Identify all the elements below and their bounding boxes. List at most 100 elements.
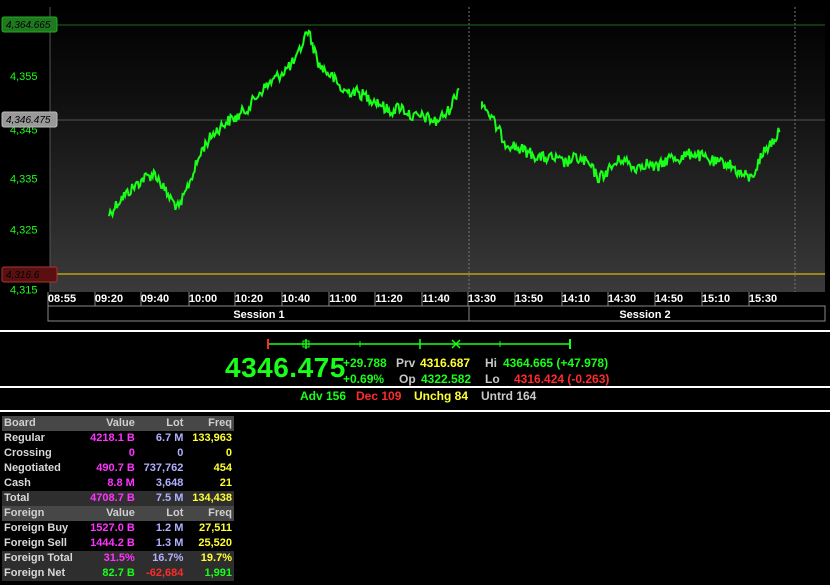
separator-top <box>0 330 830 332</box>
row-freq: 27,511 <box>185 521 234 536</box>
row-name: Cash <box>2 476 83 491</box>
unchg-count: Unchg 84 <box>414 389 469 403</box>
row-value: 490.7 B <box>82 461 137 476</box>
x-tick-label: 11:40 <box>422 293 450 305</box>
x-tick-label: 15:30 <box>749 293 777 305</box>
y-tick-label: 4,335 <box>10 173 38 185</box>
row-freq: 454 <box>185 461 234 476</box>
prv-value: 4316.687 <box>420 356 471 370</box>
row-value: 1444.2 B <box>82 536 137 551</box>
row-freq: 25,520 <box>185 536 234 551</box>
table-row: Foreign Sell 1444.2 B 1.3 M 25,520 <box>2 536 234 551</box>
header-value: Value <box>82 416 137 431</box>
header-foreign: Foreign <box>2 506 83 521</box>
foreign-net-row: Foreign Net 82.7 B -62,684 1,991 <box>2 566 234 581</box>
row-name: Negotiated <box>2 461 83 476</box>
row-lot: 737,762 <box>136 461 186 476</box>
board-table: Board Value Lot Freq Regular 4218.1 B 6.… <box>2 416 234 581</box>
header-freq: Freq <box>185 416 234 431</box>
x-tick-label: 10:40 <box>282 293 310 305</box>
foreign-total-value: 31.5% <box>82 551 137 566</box>
session-1-label: Session 1 <box>233 309 284 321</box>
row-name: Crossing <box>2 446 83 461</box>
svg-text:4,346.475: 4,346.475 <box>6 115 51 126</box>
hi-value: 4364.665 (+47.978) <box>503 356 609 370</box>
row-freq: 0 <box>185 446 234 461</box>
row-lot: 0 <box>136 446 186 461</box>
separator-mid <box>0 386 830 388</box>
row-value: 1527.0 B <box>82 521 137 536</box>
x-tick-label: 09:20 <box>95 293 123 305</box>
lo-label: Lo <box>485 372 500 386</box>
row-freq: 133,963 <box>185 431 234 446</box>
adv-count: Adv 156 <box>300 389 347 403</box>
change-value: +29.788 <box>343 356 387 370</box>
row-name: Regular <box>2 431 83 446</box>
session-bar <box>47 305 826 322</box>
x-tick-label: 11:20 <box>375 293 403 305</box>
table-row: Crossing 0 0 0 <box>2 446 234 461</box>
change-percent: +0.69% <box>343 372 385 386</box>
lo-value: 4316.424 (-0.263) <box>514 372 610 386</box>
total-lot: 7.5 M <box>136 491 186 506</box>
board-total-row: Total 4708.7 B 7.5 M 134,438 <box>2 491 234 506</box>
y-tick-label: 4,315 <box>10 285 38 297</box>
foreign-net-value: 82.7 B <box>82 566 137 581</box>
x-tick-label: 13:30 <box>468 293 496 305</box>
x-axis: 08:55 09:20 09:40 10:00 10:20 10:40 11:00 11:20… <box>47 292 777 306</box>
table-row: Cash 8.8 M 3,648 21 <box>2 476 234 491</box>
y-tick-label: 4,325 <box>10 225 38 237</box>
row-value: 0 <box>82 446 137 461</box>
row-lot: 1.2 M <box>136 521 186 536</box>
x-tick-label: 14:10 <box>562 293 590 305</box>
x-tick-label: 08:55 <box>48 293 76 305</box>
foreign-total-row: Foreign Total 31.5% 16.7% 19.7% <box>2 551 234 566</box>
foreign-net-name: Foreign Net <box>2 566 83 581</box>
y-tick-label: 4,355 <box>10 71 38 83</box>
separator-bottom <box>0 410 830 412</box>
header-lot: Lot <box>136 506 186 521</box>
header-board: Board <box>2 416 83 431</box>
row-lot: 6.7 M <box>136 431 186 446</box>
row-value: 8.8 M <box>82 476 137 491</box>
x-tick-label: 13:50 <box>515 293 543 305</box>
table-row: Negotiated 490.7 B 737,762 454 <box>2 461 234 476</box>
breadth-row: Adv 156 Dec 109 Unchg 84 Untrd 164 <box>0 389 830 407</box>
header-lot: Lot <box>136 416 186 431</box>
row-freq: 21 <box>185 476 234 491</box>
svg-text:4,364.665: 4,364.665 <box>6 20 51 31</box>
range-bar <box>267 339 571 349</box>
current-tag: 4,346.475 <box>1 111 58 128</box>
prev-tag: 4,316.6 <box>1 266 58 283</box>
total-freq: 134,438 <box>185 491 234 506</box>
session-2-label: Session 2 <box>619 309 670 321</box>
price-chart: 4,3254,3354,3554,3454,315 4,364.665 4,34… <box>1 7 826 322</box>
row-lot: 3,648 <box>136 476 186 491</box>
plot-area <box>50 7 825 292</box>
foreign-net-lot: -62,684 <box>136 566 186 581</box>
x-tick-label: 15:10 <box>702 293 730 305</box>
untrd-count: Untrd 164 <box>481 389 537 403</box>
header-value: Value <box>82 506 137 521</box>
row-lot: 1.3 M <box>136 536 186 551</box>
y-axis: 4,3254,3354,3554,3454,315 <box>10 71 38 297</box>
table-row: Regular 4218.1 B 6.7 M 133,963 <box>2 431 234 446</box>
prv-label: Prv <box>396 356 416 370</box>
header-freq: Freq <box>185 506 234 521</box>
x-tick-label: 11:00 <box>329 293 357 305</box>
row-value: 4218.1 B <box>82 431 137 446</box>
op-value: 4322.582 <box>421 372 472 386</box>
high-tag: 4,364.665 <box>1 16 58 33</box>
x-tick-label: 14:50 <box>655 293 683 305</box>
foreign-header-row: Foreign Value Lot Freq <box>2 506 234 521</box>
last-price: 4346.475 <box>225 352 346 383</box>
x-tick-label: 14:30 <box>608 293 636 305</box>
foreign-total-freq: 19.7% <box>185 551 234 566</box>
hi-label: Hi <box>485 356 497 370</box>
svg-text:4,316.6: 4,316.6 <box>6 270 40 281</box>
row-name: Foreign Buy <box>2 521 83 536</box>
total-value: 4708.7 B <box>82 491 137 506</box>
row-name: Foreign Sell <box>2 536 83 551</box>
board-header-row: Board Value Lot Freq <box>2 416 234 431</box>
total-name: Total <box>2 491 83 506</box>
